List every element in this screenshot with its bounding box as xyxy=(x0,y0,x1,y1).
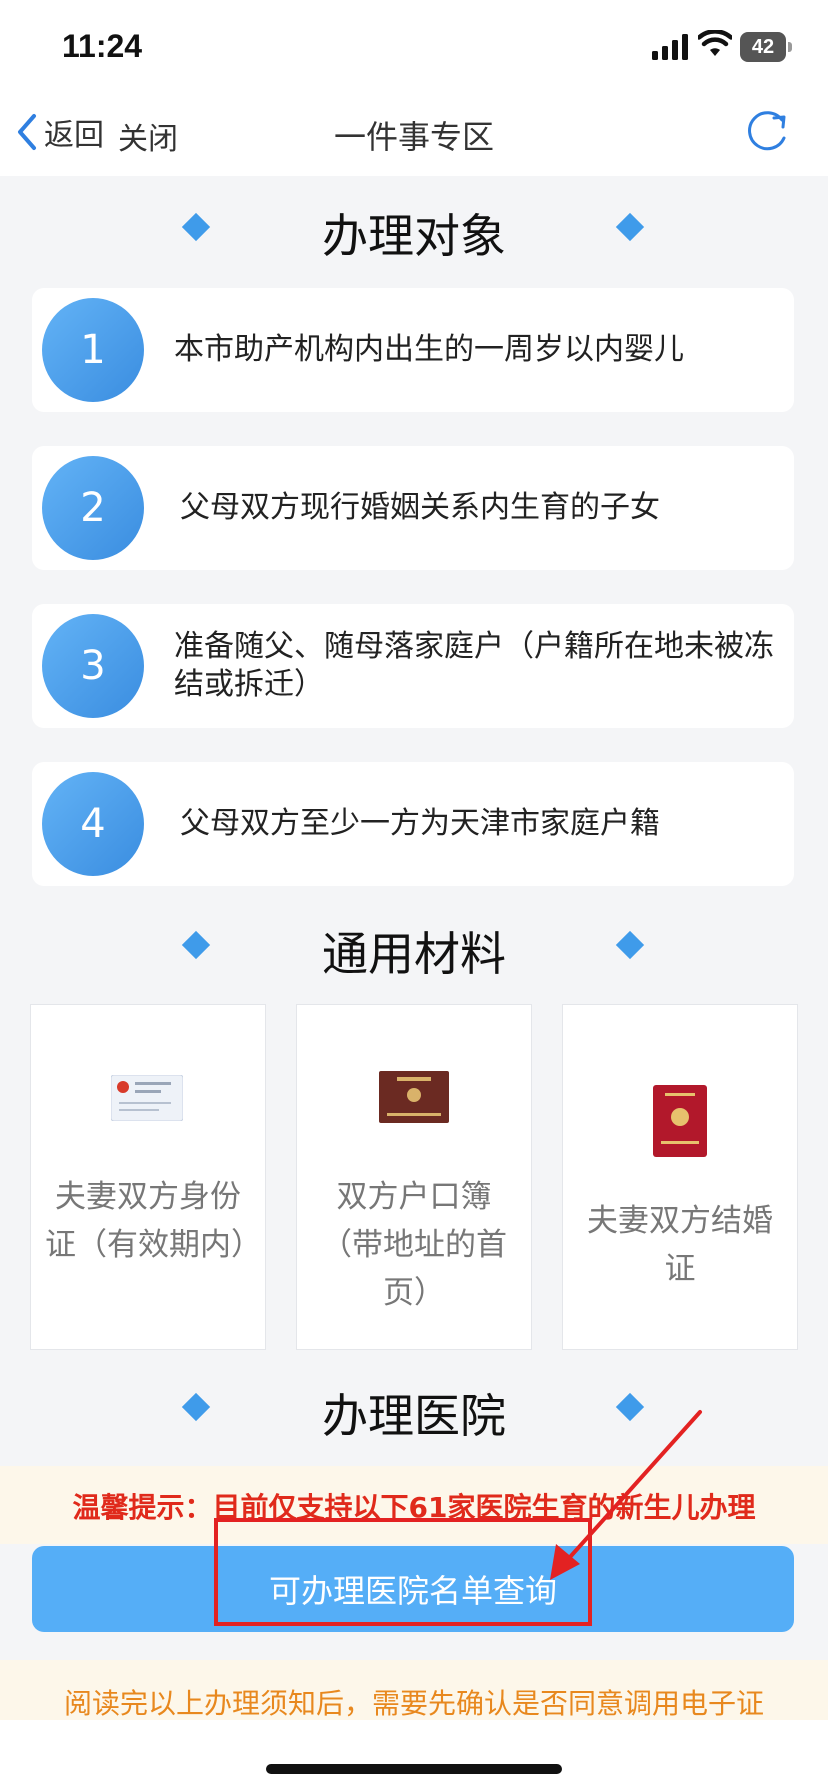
battery-icon: 42 xyxy=(740,32,792,62)
section-title: 办理对象 xyxy=(322,209,506,263)
target-item-3: 3 准备随父、随母落家庭户（户籍所在地未被冻结或拆迁） xyxy=(32,604,794,728)
material-card-id[interactable]: 夫妻双方身份证（有效期内） xyxy=(30,1004,266,1350)
target-item-2: 2 父母双方现行婚姻关系内生育的子女 xyxy=(32,446,794,570)
nav-bar: 返回 关闭 一件事专区 xyxy=(0,96,828,176)
id-card-icon xyxy=(111,1075,183,1121)
section-materials-header: 通用材料 xyxy=(0,912,828,982)
section-title: 办理医院 xyxy=(322,1389,506,1443)
household-register-icon xyxy=(379,1071,449,1123)
annotation-highlight-box xyxy=(214,1518,592,1626)
home-indicator-area xyxy=(0,1720,828,1792)
section-title: 通用材料 xyxy=(322,927,506,981)
wifi-icon xyxy=(698,30,732,56)
page-title: 一件事专区 xyxy=(333,118,494,156)
target-item-1: 1 本市助产机构内出生的一周岁以内婴儿 xyxy=(32,288,794,412)
material-card-marriage[interactable]: 夫妻双方结婚证 xyxy=(562,1004,798,1350)
bottom-notice-text: 阅读完以上办理须知后，需要先确认是否同意调用电子证 xyxy=(63,1687,764,1720)
material-card-household[interactable]: 双方户口簿（带地址的首页） xyxy=(296,1004,532,1350)
number-badge: 4 xyxy=(42,772,144,876)
number-badge: 2 xyxy=(42,456,144,560)
target-item-4: 4 父母双方至少一方为天津市家庭户籍 xyxy=(32,762,794,886)
status-time: 11:24 xyxy=(62,28,143,64)
refresh-icon[interactable] xyxy=(744,108,792,156)
material-label: 夫妻双方结婚证 xyxy=(587,1203,773,1287)
marriage-certificate-icon xyxy=(653,1085,707,1157)
material-label: 夫妻双方身份证（有效期内） xyxy=(45,1179,262,1263)
section-hospitals-header: 办理医院 xyxy=(0,1374,828,1444)
cellular-signal-icon xyxy=(652,34,688,60)
number-badge: 3 xyxy=(42,614,144,718)
number-badge: 1 xyxy=(42,298,144,402)
status-bar: 11:24 42 xyxy=(0,0,828,96)
home-indicator[interactable] xyxy=(266,1764,562,1774)
target-text: 准备随父、随母落家庭户（户籍所在地未被冻结或拆迁） xyxy=(174,629,774,702)
material-label: 双方户口簿（带地址的首页） xyxy=(321,1179,507,1311)
target-text: 本市助产机构内出生的一周岁以内婴儿 xyxy=(174,332,684,367)
target-text: 父母双方现行婚姻关系内生育的子女 xyxy=(180,490,660,525)
section-targets-header: 办理对象 xyxy=(0,194,828,264)
target-text: 父母双方至少一方为天津市家庭户籍 xyxy=(180,806,660,841)
